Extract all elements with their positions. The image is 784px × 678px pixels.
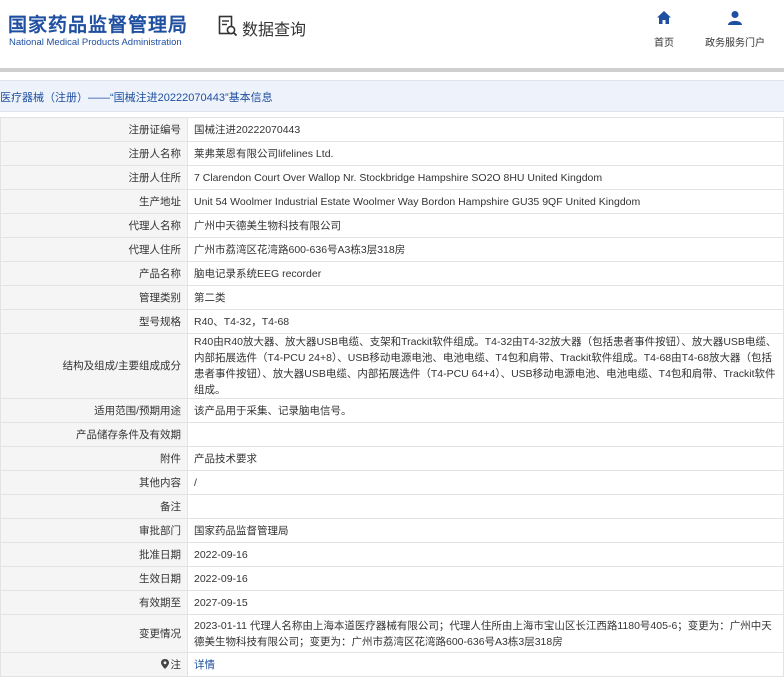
field-label: 附件: [0, 446, 188, 471]
table-row: 代理人住所 广州市荔湾区花湾路600-636号A3栋3层318房: [0, 237, 784, 262]
field-label: 产品名称: [0, 261, 188, 286]
field-value: 广州中天德美生物科技有限公司: [187, 213, 784, 238]
user-icon: [727, 11, 743, 30]
field-label: 审批部门: [0, 518, 188, 543]
table-row-note: 注详情: [0, 652, 784, 677]
table-row: 有效期至 2027-09-15: [0, 590, 784, 615]
field-label: 适用范围/预期用途: [0, 398, 188, 423]
pin-icon: [160, 658, 171, 671]
table-row: 管理类别 第二类: [0, 285, 784, 310]
field-value: 2023-01-11 代理人名称由上海本道医疗器械有限公司；代理人住所由上海市宝…: [187, 614, 784, 653]
table-row: 代理人名称 广州中天德美生物科技有限公司: [0, 213, 784, 238]
field-label: 备注: [0, 494, 188, 519]
table-row: 审批部门 国家药品监督管理局: [0, 518, 784, 543]
field-label: 注册证编号: [0, 117, 188, 142]
note-label-cell: 注: [0, 652, 188, 677]
field-label: 生效日期: [0, 566, 188, 591]
field-label: 代理人住所: [0, 237, 188, 262]
breadcrumb-text: 医疗器械（注册）——“国械注进20222070443”基本信息: [0, 92, 273, 104]
field-value: 脑电记录系统EEG recorder: [187, 261, 784, 286]
field-value: 第二类: [187, 285, 784, 310]
detail-table: 注册证编号 国械注进20222070443 注册人名称 莱弗莱恩有限公司lifelin…: [0, 117, 784, 677]
field-value: [187, 494, 784, 519]
data-query-icon: [218, 15, 238, 42]
field-value: 2022-09-16: [187, 542, 784, 567]
note-label: 注: [170, 658, 182, 671]
table-row: 备注: [0, 494, 784, 519]
field-value: 国械注进20222070443: [187, 117, 784, 142]
field-label: 代理人名称: [0, 213, 188, 238]
home-icon: [656, 11, 672, 30]
note-value-cell: 详情: [187, 652, 784, 677]
field-value: 莱弗莱恩有限公司lifelines Ltd.: [187, 141, 784, 166]
site-logo-en[interactable]: National Medical Products Administration: [9, 37, 182, 48]
site-header: 国家药品监督管理局 National Medical Products Admi…: [0, 0, 784, 68]
nav-home-label: 首页: [654, 38, 674, 49]
field-value: Unit 54 Woolmer Industrial Estate Woolme…: [187, 189, 784, 214]
field-value: R40、T4-32，T4-68: [187, 309, 784, 334]
data-query-link[interactable]: 数据查询: [218, 15, 307, 42]
field-value: 7 Clarendon Court Over Wallop Nr. Stockb…: [187, 165, 784, 190]
field-label: 有效期至: [0, 590, 188, 615]
table-row: 适用范围/预期用途 该产品用于采集、记录脑电信号。: [0, 398, 784, 423]
table-row: 变更情况 2023-01-11 代理人名称由上海本道医疗器械有限公司；代理人住所由…: [0, 614, 784, 653]
table-row: 批准日期 2022-09-16: [0, 542, 784, 567]
table-row: 附件 产品技术要求: [0, 446, 784, 471]
field-label: 批准日期: [0, 542, 188, 567]
header-divider: [0, 68, 784, 72]
field-value: 产品技术要求: [187, 446, 784, 471]
nav-service-portal[interactable]: 政务服务门户: [700, 10, 770, 49]
table-row: 型号规格 R40、T4-32，T4-68: [0, 309, 784, 334]
breadcrumb: 医疗器械（注册）——“国械注进20222070443”基本信息: [0, 80, 784, 112]
table-row: 结构及组成/主要组成成分 R40由R40放大器、放大器USB电缆、支架和Track…: [0, 333, 784, 399]
field-value: R40由R40放大器、放大器USB电缆、支架和Trackit软件组成。T4-32…: [187, 333, 784, 399]
field-value: 2022-09-16: [187, 566, 784, 591]
field-label: 注册人名称: [0, 141, 188, 166]
field-label: 管理类别: [0, 285, 188, 310]
details-link[interactable]: 详情: [194, 659, 215, 671]
table-row: 注册人名称 莱弗莱恩有限公司lifelines Ltd.: [0, 141, 784, 166]
nav-home[interactable]: 首页: [629, 10, 699, 49]
data-query-label: 数据查询: [242, 22, 307, 39]
field-label: 产品储存条件及有效期: [0, 422, 188, 447]
field-value: 该产品用于采集、记录脑电信号。: [187, 398, 784, 423]
table-row: 产品储存条件及有效期: [0, 422, 784, 447]
field-label: 生产地址: [0, 189, 188, 214]
field-label: 结构及组成/主要组成成分: [0, 333, 188, 399]
field-value: /: [187, 470, 784, 495]
field-value: [187, 422, 784, 447]
table-row: 产品名称 脑电记录系统EEG recorder: [0, 261, 784, 286]
field-value: 广州市荔湾区花湾路600-636号A3栋3层318房: [187, 237, 784, 262]
site-logo-cn[interactable]: 国家药品监督管理局: [8, 10, 188, 37]
field-label: 变更情况: [0, 614, 188, 653]
field-value: 2027-09-15: [187, 590, 784, 615]
nav-service-portal-label: 政务服务门户: [705, 38, 765, 49]
field-label: 注册人住所: [0, 165, 188, 190]
field-label: 型号规格: [0, 309, 188, 334]
table-row: 生效日期 2022-09-16: [0, 566, 784, 591]
table-row: 生产地址 Unit 54 Woolmer Industrial Estate Wo…: [0, 189, 784, 214]
table-row: 其他内容 /: [0, 470, 784, 495]
table-row: 注册证编号 国械注进20222070443: [0, 117, 784, 142]
field-label: 其他内容: [0, 470, 188, 495]
table-row: 注册人住所 7 Clarendon Court Over Wallop Nr. S…: [0, 165, 784, 190]
field-value: 国家药品监督管理局: [187, 518, 784, 543]
